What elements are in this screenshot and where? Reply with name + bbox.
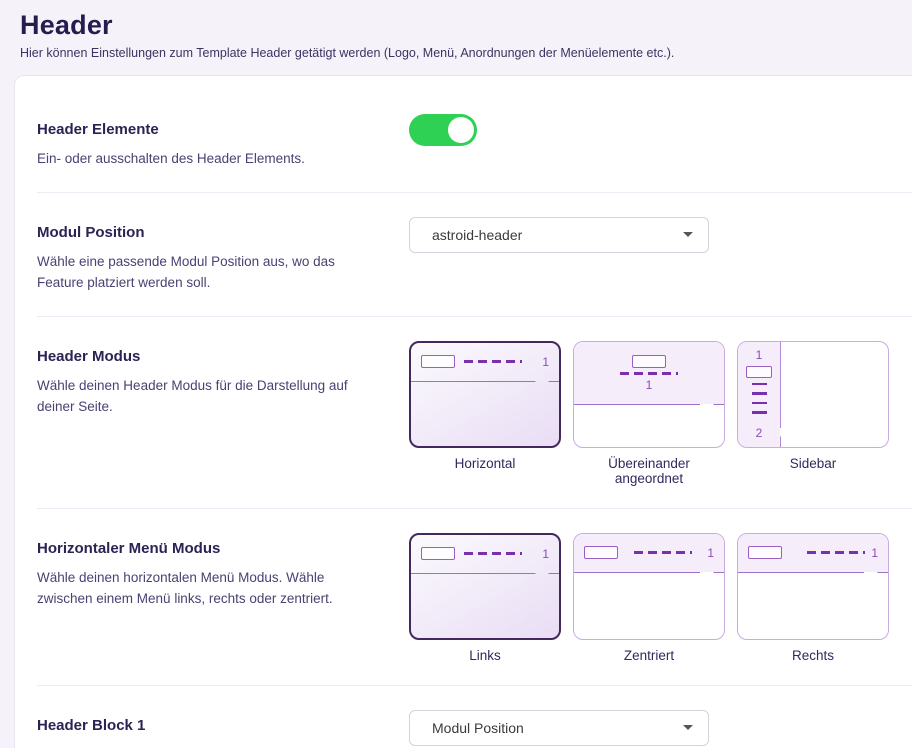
logo-placeholder-icon [421,547,455,560]
setting-description: Ein- oder ausschalten des Header Element… [37,149,375,170]
setting-label: Horizontaler Menü Modus [37,540,375,557]
setting-description: Wähle deinen horizontalen Menü Modus. Wä… [37,568,375,610]
option-caption: Links [409,648,561,663]
option-caption: Sidebar [737,456,889,471]
option-caption: Zentriert [573,648,725,663]
setting-description: Wähle eine passende Modul Position aus, … [37,252,375,294]
option-caption: Übereinander angeordnet [573,456,725,486]
option-links[interactable]: 1 Links [409,533,561,663]
logo-placeholder-icon [746,366,772,378]
setting-row-header-modus: Header Modus Wähle deinen Header Modus f… [37,317,912,509]
page-header: Header Hier können Einstellungen zum Tem… [0,0,912,60]
page-title: Header [20,10,892,41]
menu-dashes-icon [807,551,865,554]
setting-row-menue-modus: Horizontaler Menü Modus Wähle deinen hor… [37,509,912,686]
modul-position-select[interactable]: astroid-header [409,217,709,253]
select-value: astroid-header [432,227,522,243]
setting-row-header-elemente: Header Elemente Ein- oder ausschalten de… [37,82,912,193]
select-value: Modul Position [432,720,524,736]
option-rechts[interactable]: 1 Rechts [737,533,889,663]
menu-center-preview-icon: 1 [573,533,725,640]
menu-dashes-icon [620,372,678,375]
option-uebereinander[interactable]: 1 Übereinander angeordnet [573,341,725,486]
menue-modus-options: 1 Links 1 Zentriert [409,533,912,663]
logo-placeholder-icon [748,546,782,559]
setting-row-modul-position: Modul Position Wähle eine passende Modul… [37,193,912,317]
page-subtitle: Hier können Einstellungen zum Template H… [20,46,892,60]
setting-label: Header Elemente [37,121,375,138]
horizontal-layout-preview-icon: 1 [409,341,561,448]
option-sidebar[interactable]: 1 2 Sidebar [737,341,889,486]
sidebar-layout-preview-icon: 1 2 [737,341,889,448]
setting-label: Header Modus [37,348,375,365]
setting-row-header-block-1: Header Block 1 Wähle deinen Inhalt zur A… [37,686,912,748]
logo-placeholder-icon [584,546,618,559]
setting-description: Wähle deinen Header Modus für die Darste… [37,376,375,418]
toggle-knob [448,117,474,143]
header-block-1-select[interactable]: Modul Position [409,710,709,746]
header-elemente-toggle[interactable] [409,114,477,146]
menu-left-preview-icon: 1 [409,533,561,640]
logo-placeholder-icon [632,355,666,368]
logo-placeholder-icon [421,355,455,368]
setting-label: Modul Position [37,224,375,241]
option-caption: Rechts [737,648,889,663]
setting-label: Header Block 1 [37,717,375,734]
settings-card: Header Elemente Ein- oder ausschalten de… [14,75,912,748]
menu-dashes-icon [634,551,692,554]
chevron-down-icon [683,725,693,730]
stacked-layout-preview-icon: 1 [573,341,725,448]
option-caption: Horizontal [409,456,561,471]
chevron-down-icon [683,232,693,237]
option-horizontal[interactable]: 1 Horizontal [409,341,561,486]
menu-dashes-icon [464,552,522,555]
option-zentriert[interactable]: 1 Zentriert [573,533,725,663]
menu-right-preview-icon: 1 [737,533,889,640]
header-modus-options: 1 Horizontal 1 Über [409,341,912,486]
menu-dashes-icon [464,360,522,363]
